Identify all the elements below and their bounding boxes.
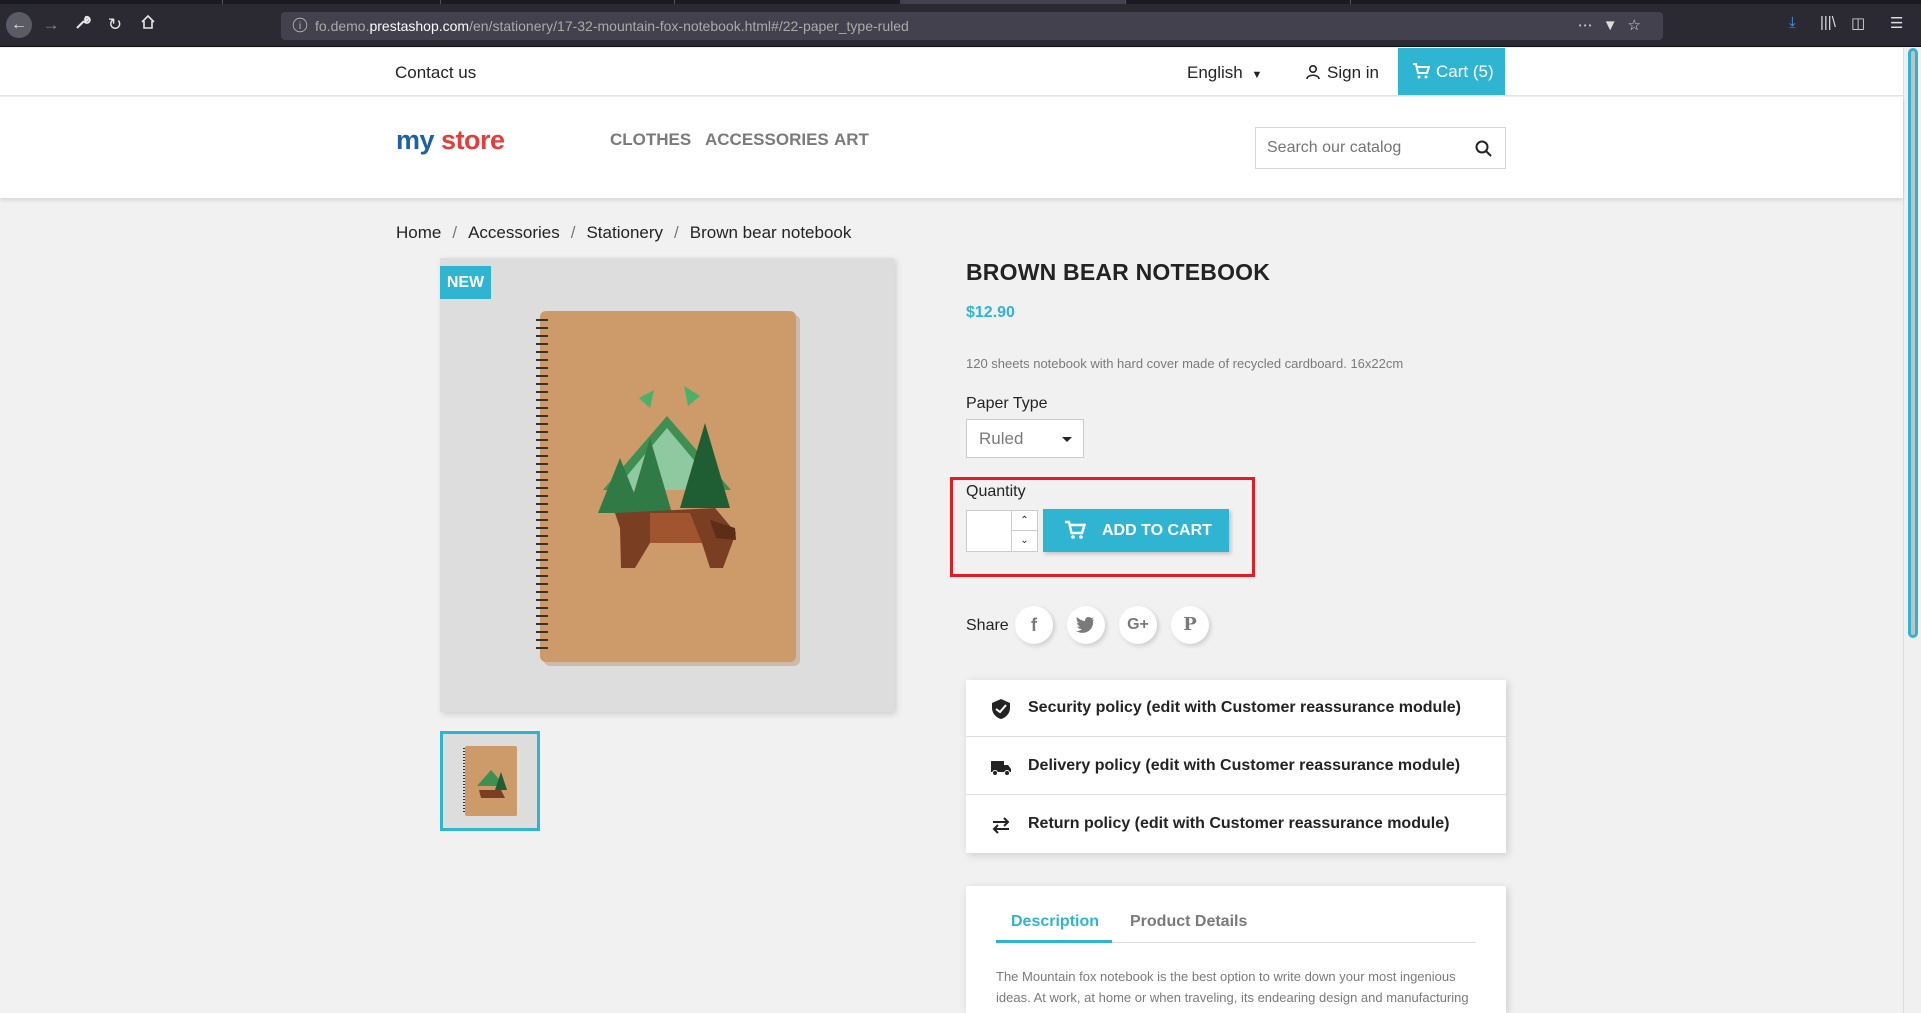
cart-icon [1413, 63, 1431, 79]
breadcrumb-current: Brown bear notebook [689, 223, 852, 242]
googleplus-icon: G+ [1127, 616, 1149, 633]
tab-product-details[interactable]: Product Details [1130, 913, 1247, 931]
tab-description[interactable]: Description [1011, 913, 1099, 931]
page-scrollbar[interactable] [1903, 48, 1921, 1013]
language-label: English [1187, 63, 1243, 82]
main-header: my store CLOTHES ACCESSORIES ART [0, 97, 1903, 198]
reassurance-item: Security policy (edit with Customer reas… [966, 680, 1506, 737]
back-icon[interactable]: ← [6, 12, 32, 38]
pinterest-icon: P [1183, 614, 1197, 635]
logo-my: my [396, 125, 435, 155]
notebook-illustration [536, 311, 800, 666]
breadcrumb-separator: / [674, 223, 679, 242]
paper-type-label: Paper Type [966, 395, 1048, 412]
user-icon [1306, 64, 1320, 80]
product-cover-image[interactable] [440, 258, 894, 712]
download-icon[interactable]: ⤓ [1789, 14, 1796, 31]
header-nav: Contact us English ▼ Sign in Cart (5) [0, 48, 1903, 96]
nav-art[interactable]: ART [834, 130, 869, 150]
reassurance-text: Return policy (edit with Customer reassu… [1028, 815, 1450, 832]
product-title: BROWN BEAR NOTEBOOK [966, 259, 1271, 285]
tab-active-indicator [996, 940, 1112, 943]
menu-icon[interactable]: ☰ [1890, 14, 1903, 32]
chevron-down-icon: ▼ [1251, 69, 1263, 81]
caret-down-icon [1062, 437, 1072, 442]
pinterest-share-button[interactable]: P [1171, 606, 1209, 644]
twitter-icon [1076, 617, 1095, 633]
add-to-cart-label: ADD TO CART [1102, 522, 1212, 539]
product-thumbnail[interactable] [440, 731, 540, 831]
add-to-cart-button[interactable]: ADD TO CART [1043, 509, 1229, 552]
share-label: Share [966, 617, 1009, 634]
breadcrumb-separator: / [452, 223, 458, 242]
forward-icon[interactable]: → [40, 14, 62, 36]
page-actions: ⋯▼☆ [1578, 16, 1651, 34]
twitter-share-button[interactable] [1067, 606, 1105, 644]
contact-us-link[interactable]: Contact us [395, 63, 476, 83]
search-box [1255, 127, 1506, 169]
breadcrumb-stationery[interactable]: Stationery [586, 223, 663, 242]
cart-button[interactable]: Cart (5) [1398, 48, 1505, 95]
facebook-share-button[interactable]: f [1015, 606, 1053, 644]
quantity-stepper: ⌃ ⌄ [966, 510, 1038, 552]
sign-in-label: Sign in [1327, 63, 1379, 82]
scrollbar-thumb[interactable] [1908, 48, 1918, 638]
nav-clothes[interactable]: CLOTHES [610, 130, 691, 150]
logo-store: store [441, 125, 505, 155]
quantity-decrease-icon[interactable]: ⌄ [1011, 531, 1037, 551]
reassurance-item: Return policy (edit with Customer reassu… [966, 796, 1506, 853]
reassurance-text: Security policy (edit with Customer reas… [1028, 699, 1461, 716]
info-icon[interactable]: i [292, 17, 308, 33]
tab-strip [0, 0, 1921, 4]
wrench-icon[interactable] [72, 14, 94, 36]
url-bar[interactable]: i fo.demo.prestashop.com/en/stationery/1… [281, 12, 1663, 40]
bookmark-star-icon[interactable]: ☆ [1628, 17, 1651, 34]
thumbnail-illustration [463, 746, 517, 816]
breadcrumb-accessories[interactable]: Accessories [468, 223, 560, 242]
product-tabs: Description Product Details The Mountain… [966, 886, 1506, 1013]
breadcrumb: Home / Accessories / Stationery / Brown bear n… [396, 223, 851, 243]
quantity-label: Quantity [966, 483, 1026, 500]
reassurance-block: Security policy (edit with Customer reas… [966, 680, 1506, 853]
paper-type-select[interactable]: Ruled [966, 419, 1084, 458]
home-icon[interactable] [137, 14, 159, 36]
shield-icon [992, 699, 1010, 719]
reload-icon[interactable]: ↻ [104, 14, 126, 36]
paper-type-value: Ruled [979, 429, 1024, 448]
search-icon[interactable] [1475, 140, 1493, 158]
product-short-description: 120 sheets notebook with hard cover made… [966, 356, 1404, 371]
more-icon[interactable]: ⋯ [1578, 17, 1603, 34]
breadcrumb-separator: / [570, 223, 576, 242]
quantity-increase-icon[interactable]: ⌃ [1011, 511, 1037, 531]
url-text[interactable]: fo.demo.prestashop.com/en/stationery/17-… [315, 18, 909, 34]
sidebar-icon[interactable]: ◫ [1851, 14, 1865, 32]
quantity-input[interactable] [967, 511, 1012, 551]
reassurance-item: Delivery policy (edit with Customer reas… [966, 738, 1506, 795]
swap-arrows-icon [992, 817, 1010, 834]
product-price: $12.90 [966, 304, 1015, 321]
store-logo[interactable]: my store [396, 125, 505, 156]
nav-accessories[interactable]: ACCESSORIES [705, 130, 829, 150]
googleplus-share-button[interactable]: G+ [1119, 606, 1157, 644]
library-icon[interactable]: |||\ [1820, 14, 1836, 31]
new-badge: NEW [440, 266, 491, 299]
breadcrumb-home[interactable]: Home [396, 223, 441, 242]
description-text: The Mountain fox notebook is the best op… [996, 969, 1469, 1005]
pocket-icon[interactable]: ▼ [1603, 17, 1628, 34]
search-input[interactable] [1256, 128, 1466, 168]
cart-label: Cart (5) [1436, 62, 1494, 81]
browser-toolbar: ← → ↻ i fo.demo.prestashop.com/en/statio… [0, 0, 1921, 47]
facebook-icon: f [1031, 615, 1037, 635]
truck-icon [991, 761, 1011, 776]
sign-in-link[interactable]: Sign in [1305, 63, 1379, 83]
reassurance-text: Delivery policy (edit with Customer reas… [1028, 757, 1461, 774]
cart-icon [1065, 520, 1086, 539]
language-selector[interactable]: English ▼ [1187, 63, 1262, 83]
